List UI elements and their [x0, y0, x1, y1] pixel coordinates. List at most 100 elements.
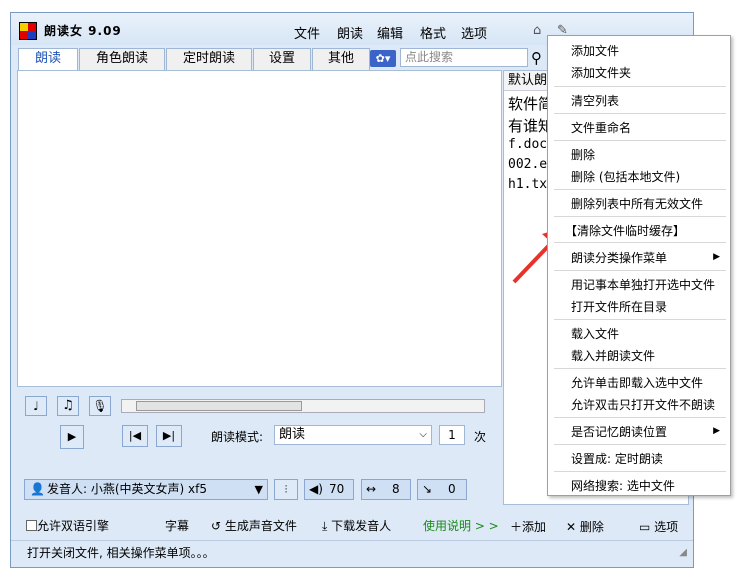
menu-options[interactable]: 选项	[461, 23, 487, 42]
download-speaker-label: 下载发音人	[331, 519, 392, 533]
menu-separator	[554, 86, 726, 87]
menu-edit[interactable]: 编辑	[377, 23, 403, 42]
volume-icon: ◀)	[309, 482, 323, 496]
menu-separator	[554, 471, 726, 472]
delete-label: 删除	[579, 520, 604, 534]
tab-timed-read[interactable]: 定时朗读	[166, 48, 252, 70]
volume-control[interactable]: ◀) 70	[304, 479, 354, 500]
baidu-paw-icon[interactable]: ✿▾	[370, 50, 396, 67]
options-label: 选项	[654, 520, 679, 534]
position-scrollbar[interactable]	[121, 399, 485, 413]
menu-item-delete-invalid[interactable]: 删除列表中所有无效文件	[571, 195, 703, 212]
plus-icon: ＋	[510, 520, 523, 534]
menu-item-set-timed-read[interactable]: 设置成: 定时朗读	[571, 450, 663, 467]
scrollbar-thumb[interactable]	[136, 401, 302, 411]
next-icon[interactable]: ▶|	[156, 425, 182, 447]
menu-item-load-and-read[interactable]: 载入并朗读文件	[571, 347, 655, 364]
download-speaker-button[interactable]: ⤓ 下载发音人	[322, 517, 391, 534]
speed-value: 8	[392, 482, 400, 496]
search-input[interactable]: 点此搜索	[400, 48, 528, 67]
repeat-count-input[interactable]: 1	[439, 425, 465, 445]
menu-item-delete[interactable]: 删除	[571, 146, 595, 163]
music-icon[interactable]: ♫	[57, 396, 79, 416]
menu-item-web-search[interactable]: 网络搜索: 选中文件	[571, 477, 675, 494]
menu-separator	[554, 270, 726, 271]
resize-grip-icon[interactable]: ◢	[679, 541, 687, 565]
checkbox-box	[26, 520, 37, 531]
menu-item-double-click-open[interactable]: 允许双击只打开文件不朗读	[571, 396, 715, 413]
open-doc-icon[interactable]: ♩	[25, 396, 47, 416]
text-editor-area[interactable]	[17, 70, 502, 387]
generate-audio-label: 生成声音文件	[224, 519, 297, 533]
tab-settings[interactable]: 设置	[253, 48, 311, 70]
file-list-item[interactable]: h1.tx	[508, 177, 547, 192]
pitch-icon: ↘	[422, 482, 433, 496]
close-icon: ✕	[566, 520, 580, 534]
menu-item-open-notepad[interactable]: 用记事本单独打开选中文件	[571, 276, 715, 293]
speed-icon: ↔	[366, 482, 377, 496]
menu-item-add-folder[interactable]: 添加文件夹	[571, 64, 631, 81]
menu-separator	[554, 444, 726, 445]
submenu-arrow-icon: ▶	[713, 252, 720, 262]
menu-separator	[554, 189, 726, 190]
menu-separator	[554, 417, 726, 418]
search-icon[interactable]: ⚲	[531, 49, 542, 67]
menu-file[interactable]: 文件	[294, 23, 320, 42]
menu-item-remember-position[interactable]: 是否记忆朗读位置	[571, 423, 667, 440]
microphone-icon[interactable]: 🎙	[89, 396, 111, 416]
app-title: 朗读女 9.09	[44, 24, 122, 38]
menu-separator	[554, 140, 726, 141]
tab-role-read[interactable]: 角色朗读	[79, 48, 165, 70]
home-icon[interactable]: ⌂	[533, 23, 541, 38]
user-icon: 👤	[30, 482, 45, 496]
voice-config-icon[interactable]: ⫶	[274, 479, 298, 500]
tab-read[interactable]: 朗读	[18, 48, 78, 71]
context-menu: 添加文件 添加文件夹 清空列表 文件重命名 删除 删除 (包括本地文件) 删除列…	[547, 35, 731, 496]
menu-item-add-file[interactable]: 添加文件	[571, 42, 619, 59]
chevron-down-icon: ⌵	[419, 429, 427, 440]
bilingual-checkbox[interactable]: 允许双语引擎	[26, 517, 109, 534]
menu-item-clear-list[interactable]: 清空列表	[571, 92, 619, 109]
volume-value: 70	[329, 482, 345, 496]
add-label: 添加	[522, 520, 547, 534]
add-button[interactable]: ＋添加	[510, 518, 546, 535]
menu-item-clear-cache[interactable]: 【清除文件临时缓存】	[565, 222, 685, 239]
menu-item-delete-local[interactable]: 删除 (包括本地文件)	[571, 168, 680, 185]
speaker-label: 发音人: 小燕(中英文女声) xf5	[47, 482, 207, 496]
delete-button[interactable]: ✕ 删除	[566, 518, 604, 535]
menu-item-single-click-load[interactable]: 允许单击即载入选中文件	[571, 374, 703, 391]
menu-item-load-file[interactable]: 载入文件	[571, 325, 619, 342]
menu-item-rename[interactable]: 文件重命名	[571, 119, 631, 136]
menu-separator	[554, 242, 726, 243]
menu-format[interactable]: 格式	[420, 23, 446, 42]
speed-control[interactable]: ↔ 8	[361, 479, 411, 500]
status-bar: 打开关闭文件, 相关操作菜单项。。。 ◢	[11, 540, 693, 567]
menu-item-read-category[interactable]: 朗读分类操作菜单	[571, 249, 667, 266]
file-list-item[interactable]: 002.e	[508, 157, 547, 172]
status-text: 打开关闭文件, 相关操作菜单项。。。	[27, 546, 215, 560]
menu-separator	[554, 368, 726, 369]
bilingual-label: 允许双语引擎	[37, 519, 110, 533]
generate-audio-button[interactable]: ↺ 生成声音文件	[211, 517, 297, 534]
app-logo-icon	[19, 22, 37, 40]
previous-icon[interactable]: |◀	[122, 425, 148, 447]
menu-read[interactable]: 朗读	[337, 23, 363, 42]
subtitle-button[interactable]: 字幕	[165, 517, 189, 534]
repeat-unit-label: 次	[474, 430, 487, 444]
pitch-value: 0	[448, 482, 456, 496]
read-mode-select[interactable]: 朗读 ⌵	[274, 425, 432, 445]
menu-item-open-directory[interactable]: 打开文件所在目录	[571, 298, 667, 315]
submenu-arrow-icon: ▶	[713, 426, 720, 436]
speaker-select[interactable]: 👤 发音人: 小燕(中英文女声) xf5 ▼	[24, 479, 268, 500]
pitch-control[interactable]: ↘ 0	[417, 479, 467, 500]
download-icon: ⤓	[322, 519, 332, 533]
play-icon[interactable]: ▶	[60, 425, 84, 449]
help-link[interactable]: 使用说明 > >	[423, 517, 499, 534]
file-list-item[interactable]: f.doc	[508, 137, 547, 152]
options-button[interactable]: ▭ 选项	[639, 518, 678, 535]
read-mode-value: 朗读	[279, 427, 306, 442]
menu-separator	[554, 216, 726, 217]
menu-separator	[554, 319, 726, 320]
tab-other[interactable]: 其他	[312, 48, 370, 70]
dropdown-arrow-icon: ▼	[254, 483, 263, 496]
